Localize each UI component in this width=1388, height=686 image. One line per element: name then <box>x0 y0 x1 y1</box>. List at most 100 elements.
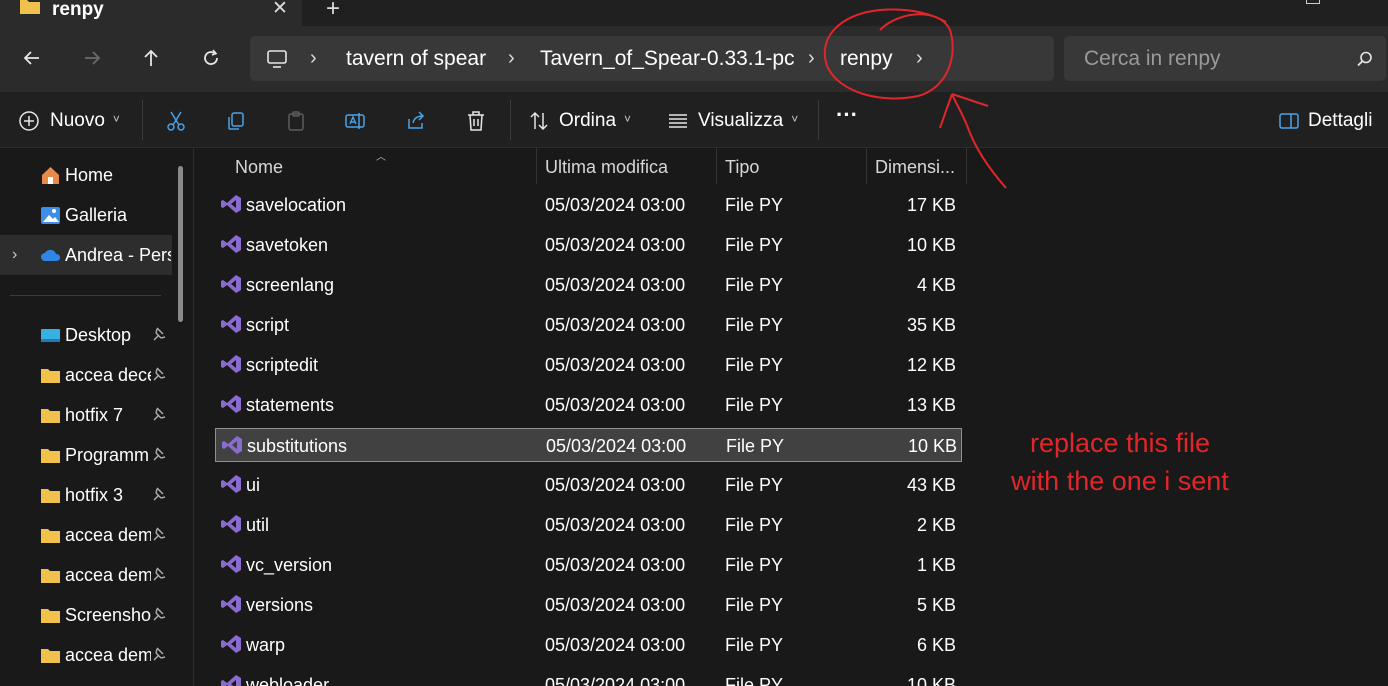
onedrive-icon <box>41 249 61 261</box>
folder-icon <box>41 369 60 383</box>
sidebar-item-label: accea dem <box>65 525 151 545</box>
file-row[interactable]: statements 05/03/2024 03:00 File PY 13 KB <box>215 388 962 422</box>
cut-button[interactable] <box>165 106 187 136</box>
file-type: File PY <box>725 595 784 615</box>
file-row[interactable]: substitutions 05/03/2024 03:00 File PY 10 K… <box>215 428 962 462</box>
share-button[interactable] <box>405 106 427 136</box>
file-row[interactable]: ui 05/03/2024 03:00 File PY 43 KB <box>215 468 962 502</box>
column-header-modified[interactable]: Ultima modifica <box>545 148 715 184</box>
file-row[interactable]: scriptedit 05/03/2024 03:00 File PY 12 KB <box>215 348 962 382</box>
sidebar-item-label: Desktop <box>65 325 132 345</box>
sidebar-item-folder[interactable]: hotfix 7 <box>0 395 172 435</box>
breadcrumb-chevron[interactable]: › <box>808 36 815 81</box>
sidebar-item-folder[interactable]: Screenshot <box>0 595 172 635</box>
file-row[interactable]: script 05/03/2024 03:00 File PY 35 KB <box>215 308 962 342</box>
back-button[interactable] <box>14 40 50 76</box>
file-name: util <box>246 515 270 535</box>
file-size: 2 KB <box>916 515 956 535</box>
breadcrumb-tavern-of-spear-version[interactable]: Tavern_of_Spear-0.33.1-pc <box>540 36 795 81</box>
tab-renpy[interactable]: renpy ✕ <box>0 0 302 26</box>
python-file-icon <box>221 515 241 533</box>
file-modified: 05/03/2024 03:00 <box>545 675 686 686</box>
sidebar-item-gallery[interactable]: Galleria <box>0 195 172 235</box>
sidebar-item-onedrive[interactable]: › Andrea - Pers <box>0 235 172 275</box>
file-modified: 05/03/2024 03:00 <box>545 315 686 335</box>
address-bar[interactable]: › tavern of spear › Tavern_of_Spear-0.33… <box>250 36 1054 81</box>
file-type: File PY <box>725 315 784 335</box>
file-row[interactable]: savetoken 05/03/2024 03:00 File PY 10 KB <box>215 228 962 262</box>
breadcrumb-tavern-of-spear[interactable]: tavern of spear <box>346 36 486 81</box>
file-type: File PY <box>725 235 784 255</box>
sidebar-item-folder[interactable]: accea dem <box>0 515 172 555</box>
sidebar-item-label: Galleria <box>65 205 128 225</box>
file-row[interactable]: versions 05/03/2024 03:00 File PY 5 KB <box>215 588 962 622</box>
sidebar-scrollbar[interactable] <box>178 166 183 322</box>
sidebar-item-desktop[interactable]: Desktop <box>0 315 172 355</box>
breadcrumb-chevron[interactable]: › <box>310 36 317 81</box>
forward-button[interactable] <box>74 40 110 76</box>
refresh-icon <box>204 49 218 65</box>
pin-icon <box>153 407 166 421</box>
close-tab-button[interactable]: ✕ <box>272 0 288 18</box>
file-name: versions <box>246 595 314 615</box>
column-header-size[interactable]: Dimensi... <box>875 148 965 184</box>
file-row[interactable]: warp 05/03/2024 03:00 File PY 6 KB <box>215 628 962 662</box>
more-options-button[interactable]: ··· <box>836 100 858 130</box>
sidebar-item-folder[interactable]: accea dem <box>0 555 172 595</box>
rename-icon <box>345 113 365 129</box>
column-separator[interactable] <box>866 148 867 184</box>
file-size: 43 KB <box>906 475 956 495</box>
file-row[interactable]: screenlang 05/03/2024 03:00 File PY 4 KB <box>215 268 962 302</box>
file-modified: 05/03/2024 03:00 <box>545 635 686 655</box>
breadcrumb-chevron[interactable]: › <box>916 36 923 81</box>
sort-button[interactable]: Ordina ˅ <box>528 106 631 136</box>
file-size: 12 KB <box>906 355 956 375</box>
sort-icon <box>530 111 548 131</box>
column-separator[interactable] <box>966 148 967 184</box>
python-file-icon <box>221 555 241 573</box>
refresh-button[interactable] <box>193 40 229 76</box>
pin-icon <box>153 647 166 661</box>
file-row[interactable]: vc_version 05/03/2024 03:00 File PY 1 KB <box>215 548 962 582</box>
search-box[interactable]: Cerca in renpy <box>1064 36 1386 81</box>
sidebar-item-folder[interactable]: hotfix 3 <box>0 475 172 515</box>
sort-ascending-icon: ︿ <box>376 152 386 163</box>
view-button[interactable]: Visualizza ˅ <box>667 106 798 136</box>
up-button[interactable] <box>133 40 169 76</box>
sidebar-item-folder[interactable]: accea dece <box>0 355 172 395</box>
pin-icon <box>153 327 166 341</box>
paste-button[interactable] <box>285 106 307 136</box>
file-name: savelocation <box>246 195 347 215</box>
details-button[interactable]: Dettagli <box>1278 106 1372 136</box>
column-header-type[interactable]: Tipo <box>725 148 865 184</box>
breadcrumb-chevron[interactable]: › <box>508 36 515 81</box>
computer-icon <box>267 50 287 68</box>
file-row[interactable]: savelocation 05/03/2024 03:00 File PY 17 KB <box>215 188 962 222</box>
copy-button[interactable] <box>225 106 247 136</box>
sidebar-item-home[interactable]: Home <box>0 155 172 195</box>
rename-button[interactable] <box>344 106 366 136</box>
arrow-left-icon <box>23 51 39 65</box>
sidebar-item-folder[interactable]: accea dem <box>0 635 172 675</box>
file-row[interactable]: util 05/03/2024 03:00 File PY 2 KB <box>215 508 962 542</box>
chevron-right-icon[interactable]: › <box>12 235 17 275</box>
file-modified: 05/03/2024 03:00 <box>545 275 686 295</box>
sidebar-item-folder[interactable]: Programm <box>0 435 172 475</box>
breadcrumb-renpy[interactable]: renpy <box>840 36 893 81</box>
sidebar-divider <box>10 295 161 296</box>
file-row[interactable]: webloader 05/03/2024 03:00 File PY 10 KB <box>215 668 962 686</box>
python-file-icon <box>221 635 241 653</box>
column-separator[interactable] <box>536 148 537 184</box>
file-modified: 05/03/2024 03:00 <box>545 355 686 375</box>
new-tab-button[interactable]: + <box>326 0 340 21</box>
restore-window-button[interactable] <box>1306 0 1320 4</box>
file-modified: 05/03/2024 03:00 <box>545 555 686 575</box>
file-type: File PY <box>725 675 784 686</box>
delete-button[interactable] <box>465 106 487 136</box>
new-button[interactable]: Nuovo ˅ <box>18 106 120 136</box>
python-file-icon <box>222 436 242 454</box>
python-file-icon <box>221 395 241 413</box>
column-separator[interactable] <box>716 148 717 184</box>
view-list-icon <box>669 114 687 128</box>
search-icon <box>1357 51 1372 67</box>
